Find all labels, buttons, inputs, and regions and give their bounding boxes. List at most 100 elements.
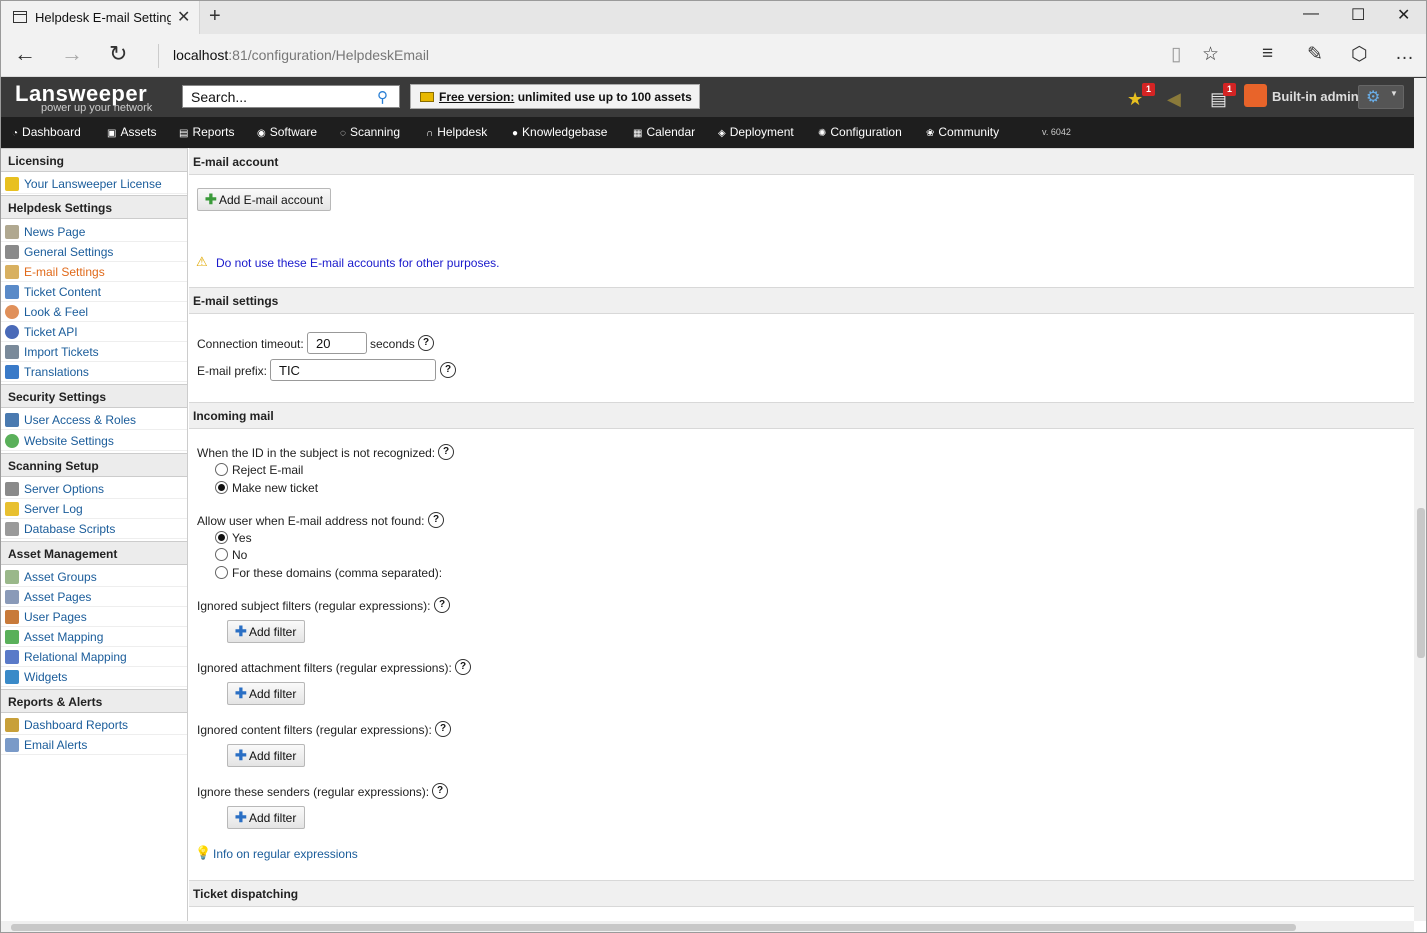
search-icon[interactable]: ⚲ <box>377 88 388 106</box>
nav-configuration[interactable]: ✺ Configuration <box>818 125 902 139</box>
address-field[interactable]: localhost:81/configuration/HelpdeskEmail <box>173 47 429 63</box>
allow-yes-radio[interactable] <box>215 531 228 544</box>
add-subject-filter-button[interactable]: ✚ Add filter <box>227 620 305 643</box>
help-icon[interactable]: ? <box>440 362 456 378</box>
nav-community[interactable]: ❀ Community <box>926 125 999 139</box>
info-icon: ● <box>512 128 519 139</box>
allow-no-radio[interactable] <box>215 548 228 561</box>
app-header: Lansweeper power up your network Search.… <box>1 77 1426 117</box>
vertical-scrollbar[interactable] <box>1414 78 1426 921</box>
help-icon[interactable]: ? <box>455 659 471 675</box>
sidebar-item-widgets[interactable]: Widgets <box>1 667 187 687</box>
sidebar-item-asset-mapping[interactable]: Asset Mapping <box>1 627 187 647</box>
warning-text: Do not use these E-mail accounts for oth… <box>216 256 500 270</box>
sidebar-item-email-alerts[interactable]: Email Alerts <box>1 735 187 755</box>
nav-calendar[interactable]: ▦ Calendar <box>633 125 695 139</box>
sidebar-item-news-page[interactable]: News Page <box>1 222 187 242</box>
new-tab-icon[interactable]: + <box>209 5 221 28</box>
sidebar-item-asset-pages[interactable]: Asset Pages <box>1 587 187 607</box>
sidebar-item-dashboard-reports[interactable]: Dashboard Reports <box>1 715 187 735</box>
make-new-ticket-radio[interactable] <box>215 481 228 494</box>
sidebar-item-ticket-content[interactable]: Ticket Content <box>1 282 187 302</box>
help-icon[interactable]: ? <box>438 444 454 460</box>
share-icon[interactable]: ⬡ <box>1351 43 1368 66</box>
sidebar-item-license[interactable]: Your Lansweeper License <box>1 174 187 194</box>
megaphone-icon[interactable]: ◀ <box>1167 89 1181 110</box>
hub-icon[interactable]: ≡ <box>1262 43 1273 65</box>
sidebar-item-database-scripts[interactable]: Database Scripts <box>1 519 187 539</box>
horizontal-scrollbar[interactable] <box>1 921 1414 932</box>
sidebar-item-asset-groups[interactable]: Asset Groups <box>1 567 187 587</box>
regex-info-link[interactable]: Info on regular expressions <box>213 847 358 861</box>
add-attachment-filter-button[interactable]: ✚ Add filter <box>227 682 305 705</box>
help-icon[interactable]: ? <box>418 335 434 351</box>
reject-email-radio[interactable] <box>215 463 228 476</box>
add-content-filter-button[interactable]: ✚ Add filter <box>227 744 305 767</box>
refresh-icon[interactable]: ↻ <box>109 42 127 66</box>
sidebar-item-ticket-api[interactable]: Ticket API <box>1 322 187 342</box>
nav-dashboard[interactable]: ◔ Dashboard <box>12 125 81 139</box>
scroll-thumb[interactable] <box>11 924 1296 931</box>
user-menu[interactable]: Built-in admin <box>1244 84 1359 109</box>
tagline: power up your network <box>41 102 153 114</box>
user-name: Built-in admin <box>1272 89 1359 104</box>
sidebar-item-server-options[interactable]: Server Options <box>1 479 187 499</box>
allow-domains-radio[interactable] <box>215 566 228 579</box>
sidebar-item-translations[interactable]: Translations <box>1 362 187 382</box>
sidebar-item-general-settings[interactable]: General Settings <box>1 242 187 262</box>
forward-icon[interactable]: → <box>61 42 83 66</box>
settings-dropdown-button[interactable]: ⚙ ▼ <box>1358 85 1404 109</box>
sidebar-section-scanning: Scanning Setup <box>1 453 187 477</box>
sidebar-section-helpdesk: Helpdesk Settings <box>1 195 187 219</box>
content-filters-label: Ignored content filters (regular express… <box>197 723 432 737</box>
building-icon <box>5 225 19 239</box>
free-version-banner[interactable]: Free version: unlimited use up to 100 as… <box>410 84 700 109</box>
help-icon[interactable]: ? <box>432 783 448 799</box>
allow-domains-label: For these domains (comma separated): <box>232 566 443 580</box>
timeout-input[interactable]: 20 <box>307 332 367 354</box>
help-icon[interactable]: ? <box>434 597 450 613</box>
divider <box>158 44 159 68</box>
help-icon[interactable]: ? <box>435 721 451 737</box>
prefix-input[interactable]: TIC <box>270 359 436 381</box>
browser-tab[interactable]: Helpdesk E-mail Settings ✕ <box>1 1 200 34</box>
nav-software[interactable]: ◉ Software <box>257 125 317 139</box>
add-sender-filter-button[interactable]: ✚ Add filter <box>227 806 305 829</box>
sidebar-item-look-feel[interactable]: Look & Feel <box>1 302 187 322</box>
timeout-label: Connection timeout: <box>197 337 304 351</box>
nav-deployment[interactable]: ◈ Deployment <box>718 125 794 139</box>
nav-helpdesk[interactable]: ∩ Helpdesk <box>426 125 487 139</box>
close-tab-icon[interactable]: ✕ <box>177 7 190 27</box>
sidebar-item-user-pages[interactable]: User Pages <box>1 607 187 627</box>
minimize-icon[interactable]: — <box>1303 5 1319 23</box>
sidebar-item-import-tickets[interactable]: Import Tickets <box>1 342 187 362</box>
free-version-link[interactable]: Free version: <box>439 90 514 104</box>
search-input[interactable]: Search... ⚲ <box>182 85 400 108</box>
page-icon <box>13 11 27 23</box>
favorites-star-icon[interactable]: ★ <box>1127 89 1143 110</box>
nav-reports[interactable]: ▤ Reports <box>179 125 234 139</box>
id-not-recognized-label: When the ID in the subject is not recogn… <box>197 446 436 460</box>
deployment-icon: ◈ <box>718 128 726 139</box>
sidebar-item-website-settings[interactable]: Website Settings <box>1 431 187 451</box>
web-note-icon[interactable]: ✎ <box>1307 43 1323 66</box>
nav-scanning[interactable]: ◌ Scanning <box>340 125 400 139</box>
sidebar-item-user-access[interactable]: User Access & Roles <box>1 410 187 430</box>
nav-assets[interactable]: ▣ Assets <box>107 125 156 139</box>
reading-view-icon[interactable]: ▯ <box>1171 43 1181 66</box>
sidebar-item-email-settings[interactable]: E-mail Settings <box>1 262 187 282</box>
plus-icon: ✚ <box>235 809 247 825</box>
maximize-icon[interactable]: ☐ <box>1351 5 1365 25</box>
favorite-star-icon[interactable]: ☆ <box>1202 43 1219 66</box>
scroll-thumb[interactable] <box>1417 508 1425 658</box>
help-icon[interactable]: ? <box>428 512 444 528</box>
close-window-icon[interactable]: ✕ <box>1397 5 1410 25</box>
sidebar-item-server-log[interactable]: Server Log <box>1 499 187 519</box>
sidebar-item-relational-mapping[interactable]: Relational Mapping <box>1 647 187 667</box>
nav-knowledgebase[interactable]: ● Knowledgebase <box>512 125 607 139</box>
favorites-badge: 1 <box>1142 83 1155 96</box>
section-email-settings: E-mail settings <box>189 287 1414 314</box>
more-icon[interactable]: … <box>1395 43 1414 65</box>
add-email-account-button[interactable]: ✚ Add E-mail account <box>197 188 331 211</box>
back-icon[interactable]: ← <box>14 42 36 66</box>
